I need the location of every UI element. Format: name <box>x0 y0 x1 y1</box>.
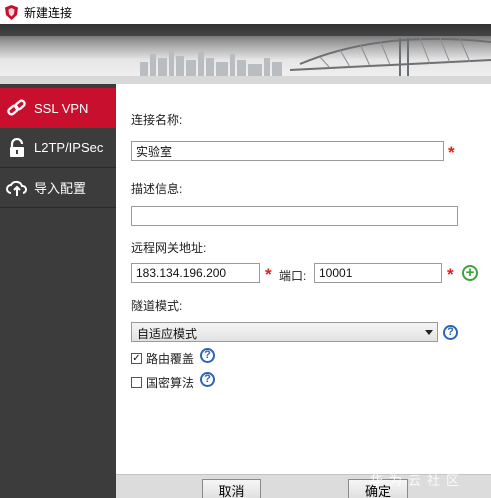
tunnel-help-icon[interactable]: ? <box>443 325 458 340</box>
tunnel-mode-label: 隧道模式: <box>131 299 183 313</box>
port-input[interactable] <box>314 263 442 283</box>
route-override-checkbox[interactable]: ✓ <box>131 353 142 364</box>
add-gateway-icon[interactable]: + <box>462 265 478 281</box>
tunnel-mode-selected: 自适应模式 <box>137 327 198 341</box>
sidebar-item-label: SSL VPN <box>34 100 89 116</box>
title-bar: 新建连接 <box>0 0 491 24</box>
sidebar-item-label: L2TP/IPSec <box>34 140 104 155</box>
national-crypto-label: 国密算法 <box>146 376 195 390</box>
header-banner-image <box>0 24 491 84</box>
national-crypto-help-icon[interactable]: ? <box>200 372 215 387</box>
national-crypto-option[interactable]: 国密算法 <box>131 374 194 391</box>
cancel-button[interactable]: 取消 <box>202 479 261 498</box>
required-mark: * <box>447 265 454 284</box>
sidebar-item-label: 导入配置 <box>34 181 87 196</box>
shield-logo-icon <box>5 4 18 20</box>
cloud-upload-icon <box>6 180 27 196</box>
gateway-address-input[interactable] <box>131 263 260 283</box>
gateway-label: 远程网关地址: <box>131 241 207 255</box>
required-mark: * <box>265 265 272 284</box>
route-override-option[interactable]: ✓ 路由覆盖 <box>131 350 194 367</box>
description-input[interactable] <box>131 206 458 226</box>
national-crypto-checkbox[interactable] <box>131 377 142 388</box>
sidebar: SSL VPN L2TP/IPSec 导入配置 <box>0 84 116 498</box>
chevron-down-icon <box>425 330 433 335</box>
window-title: 新建连接 <box>24 5 73 20</box>
port-label: 端口: <box>279 269 307 283</box>
connection-name-input[interactable] <box>131 141 444 161</box>
route-override-help-icon[interactable]: ? <box>200 348 215 363</box>
connection-form: 连接名称: * 描述信息: 远程网关地址: * 端口: * + 隧道模式: 自适… <box>116 84 491 474</box>
sidebar-item-ssl-vpn[interactable]: SSL VPN <box>0 88 116 128</box>
connection-name-label: 连接名称: <box>131 113 183 127</box>
description-label: 描述信息: <box>131 182 183 196</box>
watermark-text: 华为云社区 <box>370 473 466 488</box>
required-mark: * <box>448 143 455 162</box>
sidebar-item-l2tp-ipsec[interactable]: L2TP/IPSec <box>0 128 116 168</box>
route-override-label: 路由覆盖 <box>146 352 195 366</box>
link-icon <box>7 99 26 116</box>
tunnel-mode-select[interactable]: 自适应模式 <box>131 322 438 342</box>
lock-icon <box>10 137 24 157</box>
sidebar-item-import-config[interactable]: 导入配置 <box>0 168 116 208</box>
